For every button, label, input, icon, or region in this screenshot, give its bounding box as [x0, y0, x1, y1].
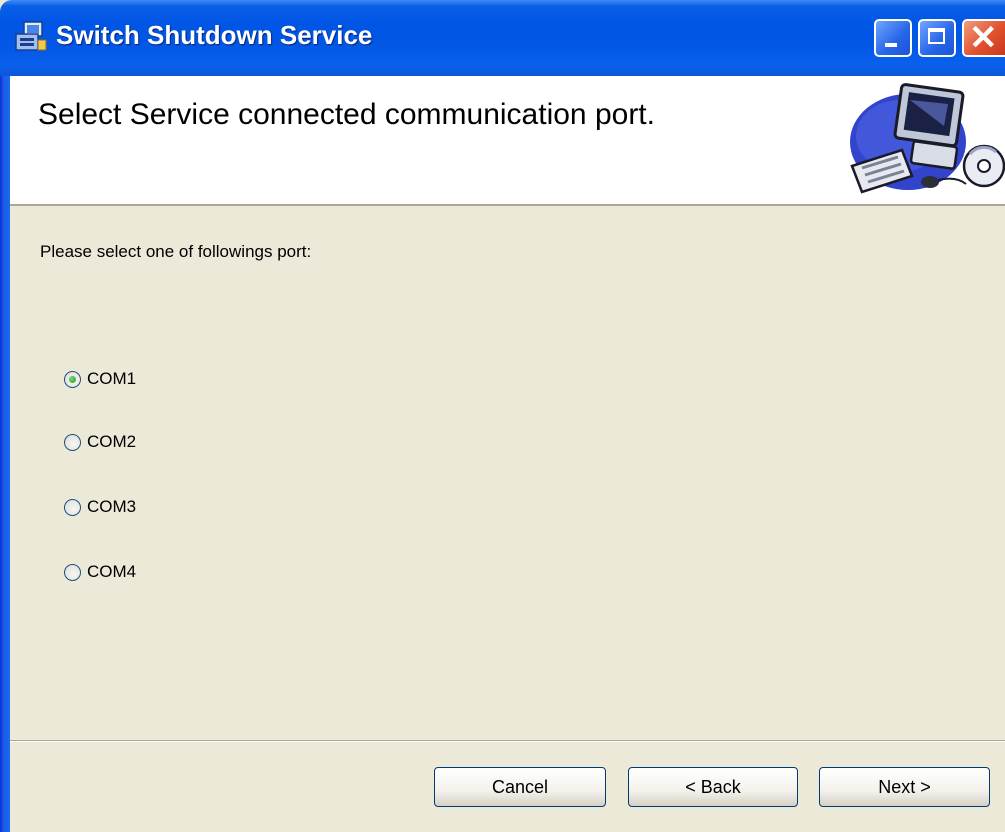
close-button[interactable]: ✕ [962, 19, 1005, 57]
port-option-com3[interactable]: COM3 [64, 495, 136, 519]
port-option-label: COM2 [87, 432, 137, 451]
installer-icon [15, 21, 47, 51]
radio-button[interactable] [64, 563, 81, 581]
close-icon: ✕ [969, 19, 998, 57]
port-option-com1[interactable]: COM1 [64, 367, 136, 391]
radio-button[interactable] [64, 370, 81, 388]
radio-selected-dot [69, 375, 76, 383]
port-option-com2[interactable]: COM2 [64, 430, 136, 454]
radio-button[interactable] [64, 433, 81, 451]
radio-button[interactable] [64, 498, 81, 516]
window-title: Switch Shutdown Service [56, 20, 373, 50]
window-frame-left [0, 76, 10, 832]
computer-icon [850, 83, 1005, 194]
port-option-com4[interactable]: COM4 [64, 560, 136, 584]
header-banner: Select Service connected communication p… [10, 76, 1005, 206]
page-title: Select Service connected communication p… [38, 98, 655, 131]
back-button[interactable]: < Back [628, 767, 798, 807]
port-option-label: COM3 [87, 497, 137, 516]
installer-window: Switch Shutdown Service ✕ Select Service… [0, 0, 1005, 832]
next-button[interactable]: Next > [819, 767, 990, 807]
footer-divider [10, 740, 1005, 742]
title-bar[interactable]: Switch Shutdown Service ✕ [0, 0, 1005, 76]
port-option-label: COM1 [87, 369, 137, 388]
port-option-label: COM4 [87, 562, 137, 581]
cancel-button[interactable]: Cancel [434, 767, 606, 807]
maximize-button[interactable] [918, 19, 956, 57]
port-prompt: Please select one of followings port: [40, 242, 312, 261]
maximize-icon [928, 28, 945, 44]
minimize-icon [885, 43, 897, 47]
minimize-button[interactable] [874, 19, 912, 57]
